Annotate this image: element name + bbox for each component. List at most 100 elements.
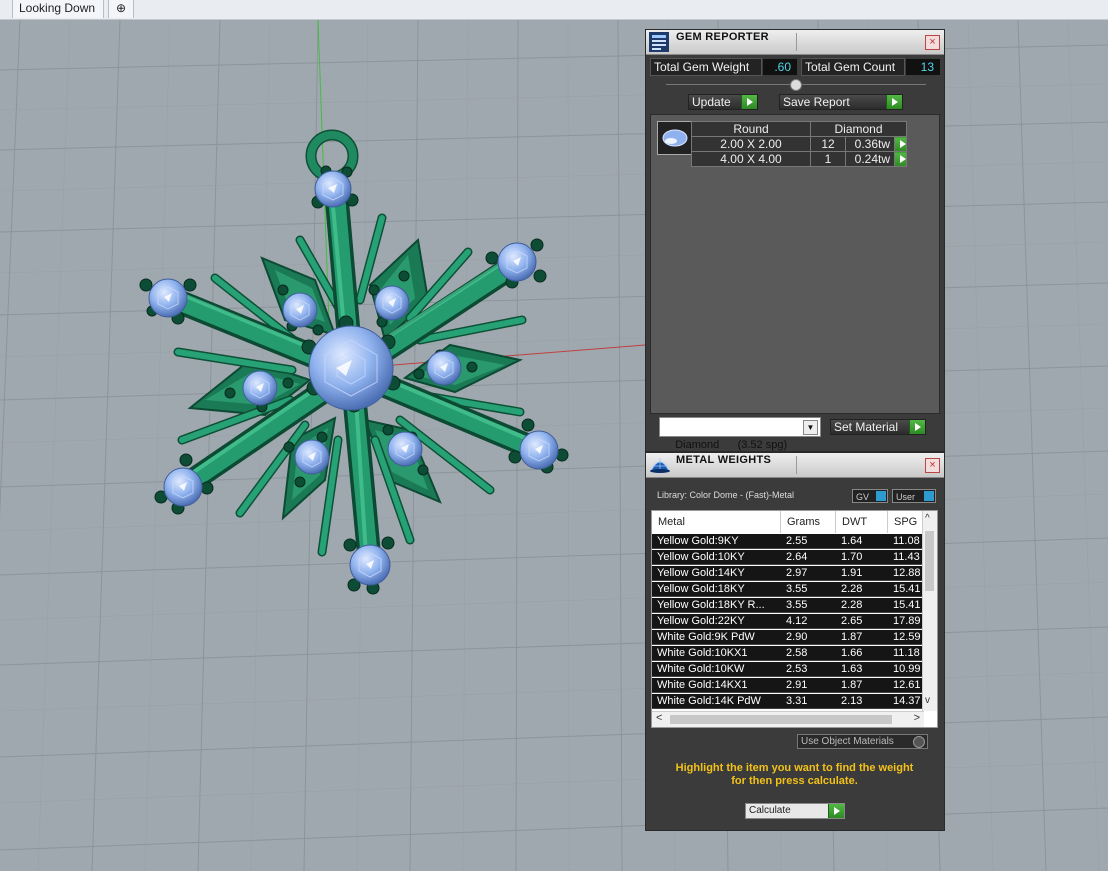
round-gem-icon[interactable]: [657, 121, 693, 155]
metal-grams: 3.31: [781, 694, 836, 709]
calculate-button[interactable]: Calculate: [745, 803, 845, 819]
metal-spg: 10.99: [888, 662, 924, 677]
metal-grams: 4.12: [781, 614, 836, 629]
close-icon[interactable]: ×: [925, 458, 940, 473]
metal-row[interactable]: White Gold:10KX1 2.58 1.66 11.18: [652, 646, 924, 662]
metal-column-header[interactable]: Metal: [652, 511, 781, 533]
metal-name: Yellow Gold:18KY: [652, 582, 781, 597]
snowflake-pendant-model[interactable]: [139, 129, 569, 595]
select-gem-button[interactable]: [894, 136, 907, 152]
titlebar-divider: [796, 456, 797, 474]
metal-row[interactable]: Yellow Gold:10KY 2.64 1.70 11.43: [652, 550, 924, 566]
calculate-button-label: Calculate: [749, 805, 791, 816]
metal-row[interactable]: Yellow Gold:9KY 2.55 1.64 11.08: [652, 534, 924, 550]
chevron-down-icon[interactable]: v: [925, 695, 930, 706]
set-material-button[interactable]: Set Material: [830, 419, 926, 435]
set-material-button-label: Set Material: [834, 420, 899, 434]
vertical-scrollbar[interactable]: ^ v: [922, 511, 937, 711]
metal-weights-titlebar[interactable]: METAL WEIGHTS ×: [646, 453, 944, 478]
toggle-knob: [924, 491, 934, 501]
metal-row[interactable]: Yellow Gold:14KY 2.97 1.91 12.88: [652, 566, 924, 582]
metal-grams: 2.58: [781, 646, 836, 661]
dwt-column-header[interactable]: DWT: [836, 511, 888, 533]
metal-weights-title: METAL WEIGHTS: [676, 454, 772, 466]
gem-row[interactable]: 4.00 X 4.00 1 0.24tw: [691, 151, 907, 167]
use-object-materials-toggle[interactable]: Use Object Materials: [797, 734, 928, 749]
metal-dwt: 2.65: [836, 614, 888, 629]
metal-name: Yellow Gold:10KY: [652, 550, 781, 565]
gem-reporter-titlebar[interactable]: GEM REPORTER ×: [646, 30, 944, 55]
add-tab-button[interactable]: ⊕: [108, 0, 134, 18]
gem-material-header: Diamond: [810, 121, 907, 137]
metal-spg: 17.89: [888, 614, 924, 629]
hint-line-1: Highlight the item you want to find the …: [675, 762, 914, 774]
metal-spg: 11.18: [888, 646, 924, 661]
metal-row[interactable]: White Gold:10KW 2.53 1.63 10.99: [652, 662, 924, 678]
gem-count: 12: [810, 136, 846, 152]
close-icon[interactable]: ×: [925, 35, 940, 50]
metal-spg: 15.41: [888, 598, 924, 613]
metal-name: Yellow Gold:14KY: [652, 566, 781, 581]
metal-row[interactable]: Yellow Gold:18KY R... 3.55 2.28 15.41: [652, 598, 924, 614]
gem-list-area: Round Diamond 2.00 X 2.00 12 0.36tw 4.00…: [650, 114, 940, 414]
gem-table: Round Diamond 2.00 X 2.00 12 0.36tw 4.00…: [691, 121, 907, 167]
total-gem-weight-label: Total Gem Weight: [654, 60, 750, 74]
total-gem-weight-value: .60: [763, 59, 797, 75]
gem-row[interactable]: 2.00 X 2.00 12 0.36tw: [691, 136, 907, 152]
total-gem-count-label: Total Gem Count: [805, 60, 896, 74]
update-button-label: Update: [692, 95, 731, 109]
play-icon: [900, 140, 906, 148]
metal-grams: 2.64: [781, 550, 836, 565]
metal-grams: 2.53: [781, 662, 836, 677]
gv-label: GV: [856, 492, 870, 502]
dome-icon: [649, 455, 670, 475]
metal-dwt: 2.13: [836, 694, 888, 709]
metal-dwt: 1.87: [836, 678, 888, 693]
metal-table-header: Metal Grams DWT SPG: [652, 511, 928, 533]
grams-column-header[interactable]: Grams: [781, 511, 836, 533]
metal-row[interactable]: White Gold:9K PdW 2.90 1.87 12.59: [652, 630, 924, 646]
select-gem-button[interactable]: [894, 151, 907, 167]
chevron-down-icon[interactable]: ▼: [803, 420, 818, 435]
gem-reporter-icon: [649, 32, 669, 52]
gem-weight: 0.36tw: [845, 136, 895, 152]
metal-row[interactable]: Yellow Gold:22KY 4.12 2.65 17.89: [652, 614, 924, 630]
metal-name: White Gold:10KX1: [652, 646, 781, 661]
metal-spg: 12.59: [888, 630, 924, 645]
chevron-left-icon[interactable]: <: [656, 712, 662, 724]
play-icon: [900, 155, 906, 163]
metal-spg: 12.61: [888, 678, 924, 693]
use-object-materials-label: Use Object Materials: [801, 736, 894, 747]
scrollbar-thumb[interactable]: [925, 531, 934, 591]
gem-size: 2.00 X 2.00: [691, 136, 811, 152]
radio-icon: [913, 736, 925, 748]
metal-row[interactable]: Yellow Gold:18KY 3.55 2.28 15.41: [652, 582, 924, 598]
metal-dwt: 1.63: [836, 662, 888, 677]
tab-looking-down[interactable]: Looking Down: [12, 0, 104, 18]
chevron-up-icon[interactable]: ^: [925, 513, 930, 524]
toggle-knob: [876, 491, 886, 501]
update-button[interactable]: Update: [688, 94, 758, 110]
splitter-handle[interactable]: [790, 79, 802, 91]
metal-table[interactable]: Metal Grams DWT SPG Yellow Gold:9KY 2.55 1…: [651, 510, 938, 728]
metal-grams: 2.90: [781, 630, 836, 645]
titlebar-divider: [796, 33, 797, 51]
total-gem-weight-field: Total Gem Weight: [650, 58, 762, 76]
scrollbar-thumb[interactable]: [670, 715, 892, 724]
horizontal-scrollbar[interactable]: < >: [652, 711, 924, 727]
library-label: Library: Color Dome - (Fast)-Metal: [657, 490, 795, 500]
metal-dwt: 2.28: [836, 582, 888, 597]
user-toggle[interactable]: User: [892, 489, 936, 503]
metal-spg: 11.08: [888, 534, 924, 549]
total-gem-count-field: Total Gem Count: [801, 58, 905, 76]
chevron-right-icon[interactable]: >: [914, 712, 920, 724]
material-select[interactable]: Diamond (3.52 spg) ▼: [659, 417, 821, 451]
metal-dwt: 2.28: [836, 598, 888, 613]
save-report-button[interactable]: Save Report: [779, 94, 903, 110]
metal-dwt: 1.91: [836, 566, 888, 581]
metal-row[interactable]: White Gold:14K PdW 3.31 2.13 14.37: [652, 694, 924, 710]
gv-toggle[interactable]: GV: [852, 489, 888, 503]
gem-count: 1: [810, 151, 846, 167]
metal-dwt: 1.64: [836, 534, 888, 549]
metal-row[interactable]: White Gold:14KX1 2.91 1.87 12.61: [652, 678, 924, 694]
